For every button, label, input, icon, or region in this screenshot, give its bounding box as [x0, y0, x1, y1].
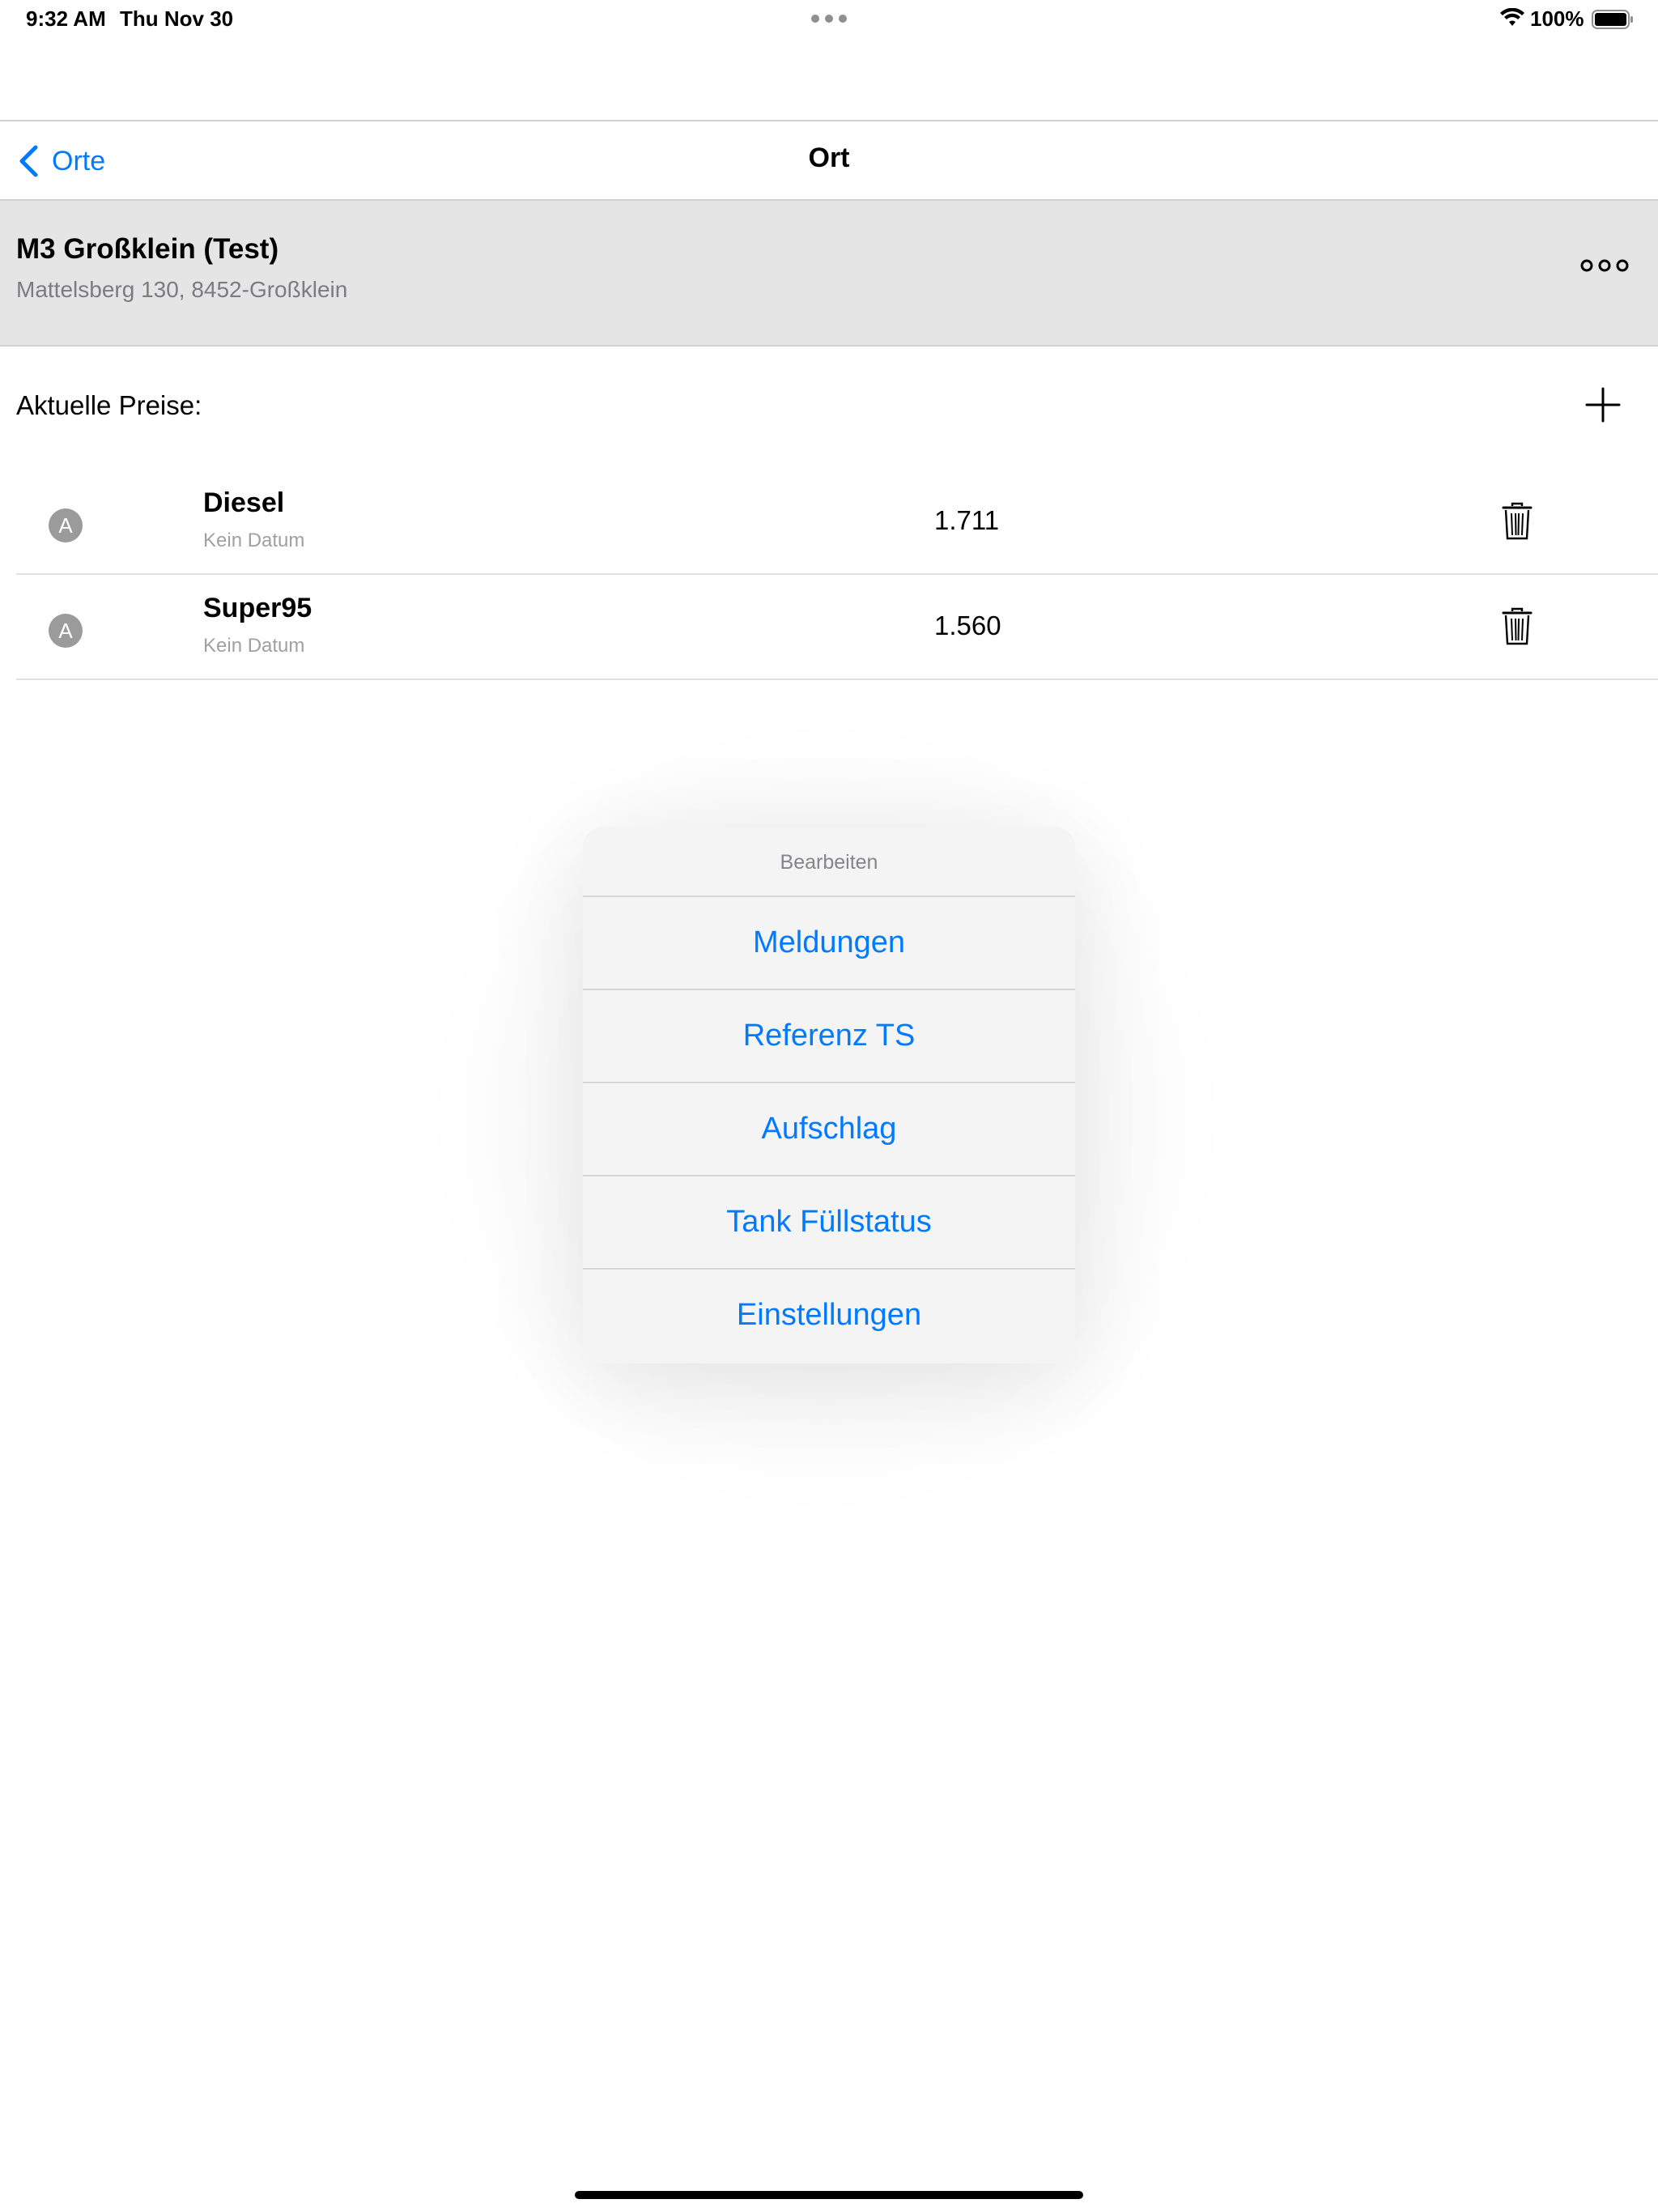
home-indicator[interactable]: [575, 2191, 1083, 2199]
location-header: M3 Großklein (Test) Mattelsberg 130, 845…: [0, 201, 1658, 347]
type-badge: A: [49, 614, 83, 648]
price-row[interactable]: A Super95 Kein Datum 1.560: [16, 575, 1658, 680]
battery-percent: 100%: [1530, 6, 1584, 31]
trash-icon[interactable]: [1501, 502, 1533, 541]
location-address: Mattelsberg 130, 8452-Großklein: [16, 277, 348, 302]
popover-title: Bearbeiten: [583, 827, 1075, 897]
price-value: 1.711: [934, 505, 1000, 535]
edit-popover: Bearbeiten Meldungen Referenz TS Aufschl…: [583, 827, 1075, 1363]
type-badge: A: [49, 508, 83, 542]
menu-item-referenz-ts[interactable]: Referenz TS: [583, 990, 1075, 1083]
menu-item-aufschlag[interactable]: Aufschlag: [583, 1083, 1075, 1176]
price-list: A Diesel Kein Datum 1.711 A Super95 Kein…: [16, 470, 1658, 680]
battery-icon: [1592, 10, 1633, 29]
status-bar: 9:32 AM Thu Nov 30 100%: [0, 0, 1658, 39]
page-title: Ort: [808, 143, 850, 173]
section-title: Aktuelle Preise:: [16, 390, 202, 420]
menu-item-einstellungen[interactable]: Einstellungen: [583, 1270, 1075, 1363]
price-date: Kein Datum: [203, 530, 305, 551]
navigation-bar: Orte Ort: [0, 120, 1658, 201]
location-name: M3 Großklein (Test): [16, 233, 279, 265]
fuel-name: Diesel: [203, 487, 285, 518]
wifi-icon: [1500, 8, 1524, 26]
menu-item-meldungen[interactable]: Meldungen: [583, 897, 1075, 990]
status-time: 9:32 AM: [26, 6, 106, 31]
menu-item-tank-fuellstatus[interactable]: Tank Füllstatus: [583, 1176, 1075, 1270]
more-icon[interactable]: [1579, 249, 1630, 282]
trash-icon[interactable]: [1501, 607, 1533, 646]
status-date: Thu Nov 30: [120, 6, 234, 31]
price-value: 1.560: [934, 610, 1001, 640]
price-date: Kein Datum: [203, 635, 305, 657]
price-row[interactable]: A Diesel Kein Datum 1.711: [16, 470, 1658, 575]
plus-icon[interactable]: [1585, 387, 1621, 423]
multitasking-dots-icon[interactable]: [811, 15, 847, 23]
fuel-name: Super95: [203, 593, 312, 623]
